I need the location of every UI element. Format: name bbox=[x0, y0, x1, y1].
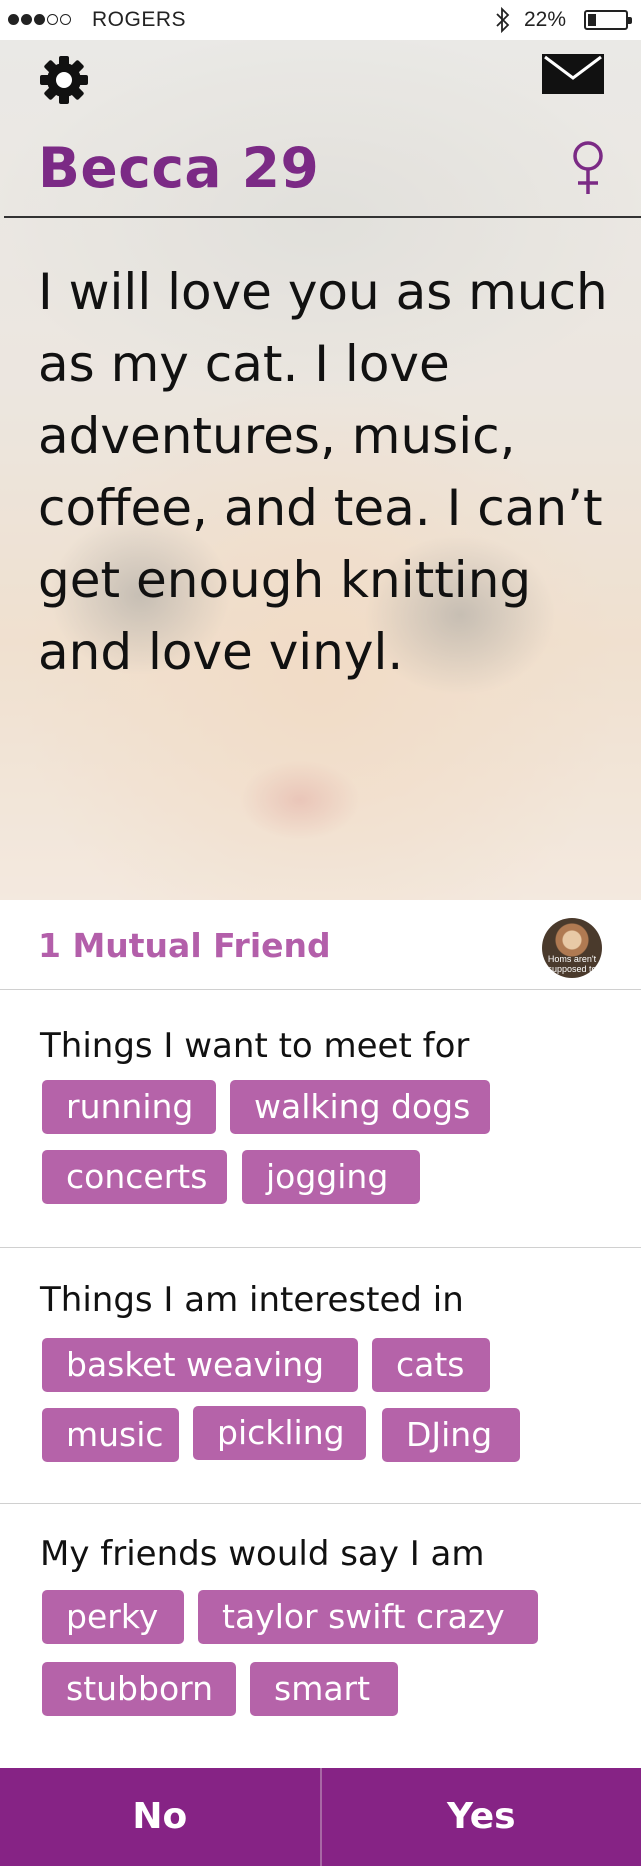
tag-jogging[interactable]: jogging bbox=[242, 1150, 420, 1204]
section-title: Things I want to meet for bbox=[40, 1026, 470, 1066]
decision-bar: No Yes bbox=[0, 1768, 641, 1866]
female-symbol-icon bbox=[573, 141, 603, 194]
section-title: My friends would say I am bbox=[40, 1534, 485, 1574]
bluetooth-icon bbox=[496, 6, 510, 34]
mutual-friends-row[interactable]: 1 Mutual Friend Homs aren't supposed to bbox=[0, 900, 641, 990]
tag-cats[interactable]: cats bbox=[372, 1338, 490, 1392]
section-title: Things I am interested in bbox=[40, 1280, 464, 1320]
tag-pickling[interactable]: pickling bbox=[193, 1406, 366, 1460]
tag-taylor-swift-crazy[interactable]: taylor swift crazy bbox=[198, 1590, 538, 1644]
meet-for-section: Things I want to meet for running walkin… bbox=[0, 990, 641, 1248]
mutual-friends-label: 1 Mutual Friend bbox=[38, 926, 331, 965]
gear-icon[interactable] bbox=[38, 54, 90, 106]
interests-section: Things I am interested in basket weaving… bbox=[0, 1248, 641, 1504]
status-bar: ROGERS 22% bbox=[0, 0, 641, 40]
tag-stubborn[interactable]: stubborn bbox=[42, 1662, 236, 1716]
profile-bio: I will love you as much as my cat. I lov… bbox=[38, 263, 608, 681]
tag-running[interactable]: running bbox=[42, 1080, 216, 1134]
avatar-caption: Homs aren't supposed to bbox=[547, 954, 597, 974]
tag-walking-dogs[interactable]: walking dogs bbox=[230, 1080, 490, 1134]
battery-level bbox=[588, 14, 596, 26]
tag-basket-weaving[interactable]: basket weaving bbox=[42, 1338, 358, 1392]
yes-button[interactable]: Yes bbox=[319, 1768, 641, 1866]
tag-perky[interactable]: perky bbox=[42, 1590, 184, 1644]
mail-icon[interactable] bbox=[542, 54, 604, 94]
tag-concerts[interactable]: concerts bbox=[42, 1150, 227, 1204]
battery-icon bbox=[584, 10, 632, 30]
mutual-friend-avatar[interactable]: Homs aren't supposed to bbox=[542, 918, 602, 978]
profile-name-age: Becca 29 bbox=[38, 136, 320, 200]
tag-music[interactable]: music bbox=[42, 1408, 179, 1462]
carrier-name: ROGERS bbox=[92, 8, 187, 31]
battery-percent: 22% bbox=[524, 8, 567, 31]
header-divider bbox=[4, 216, 641, 218]
profile-hero: Becca 29 I will love you as much as my c… bbox=[0, 40, 641, 900]
tag-smart[interactable]: smart bbox=[250, 1662, 398, 1716]
no-button[interactable]: No bbox=[0, 1768, 320, 1866]
tag-djing[interactable]: DJing bbox=[382, 1408, 520, 1462]
friends-say-section: My friends would say I am perky taylor s… bbox=[0, 1504, 641, 1768]
signal-strength-icon bbox=[8, 14, 71, 25]
